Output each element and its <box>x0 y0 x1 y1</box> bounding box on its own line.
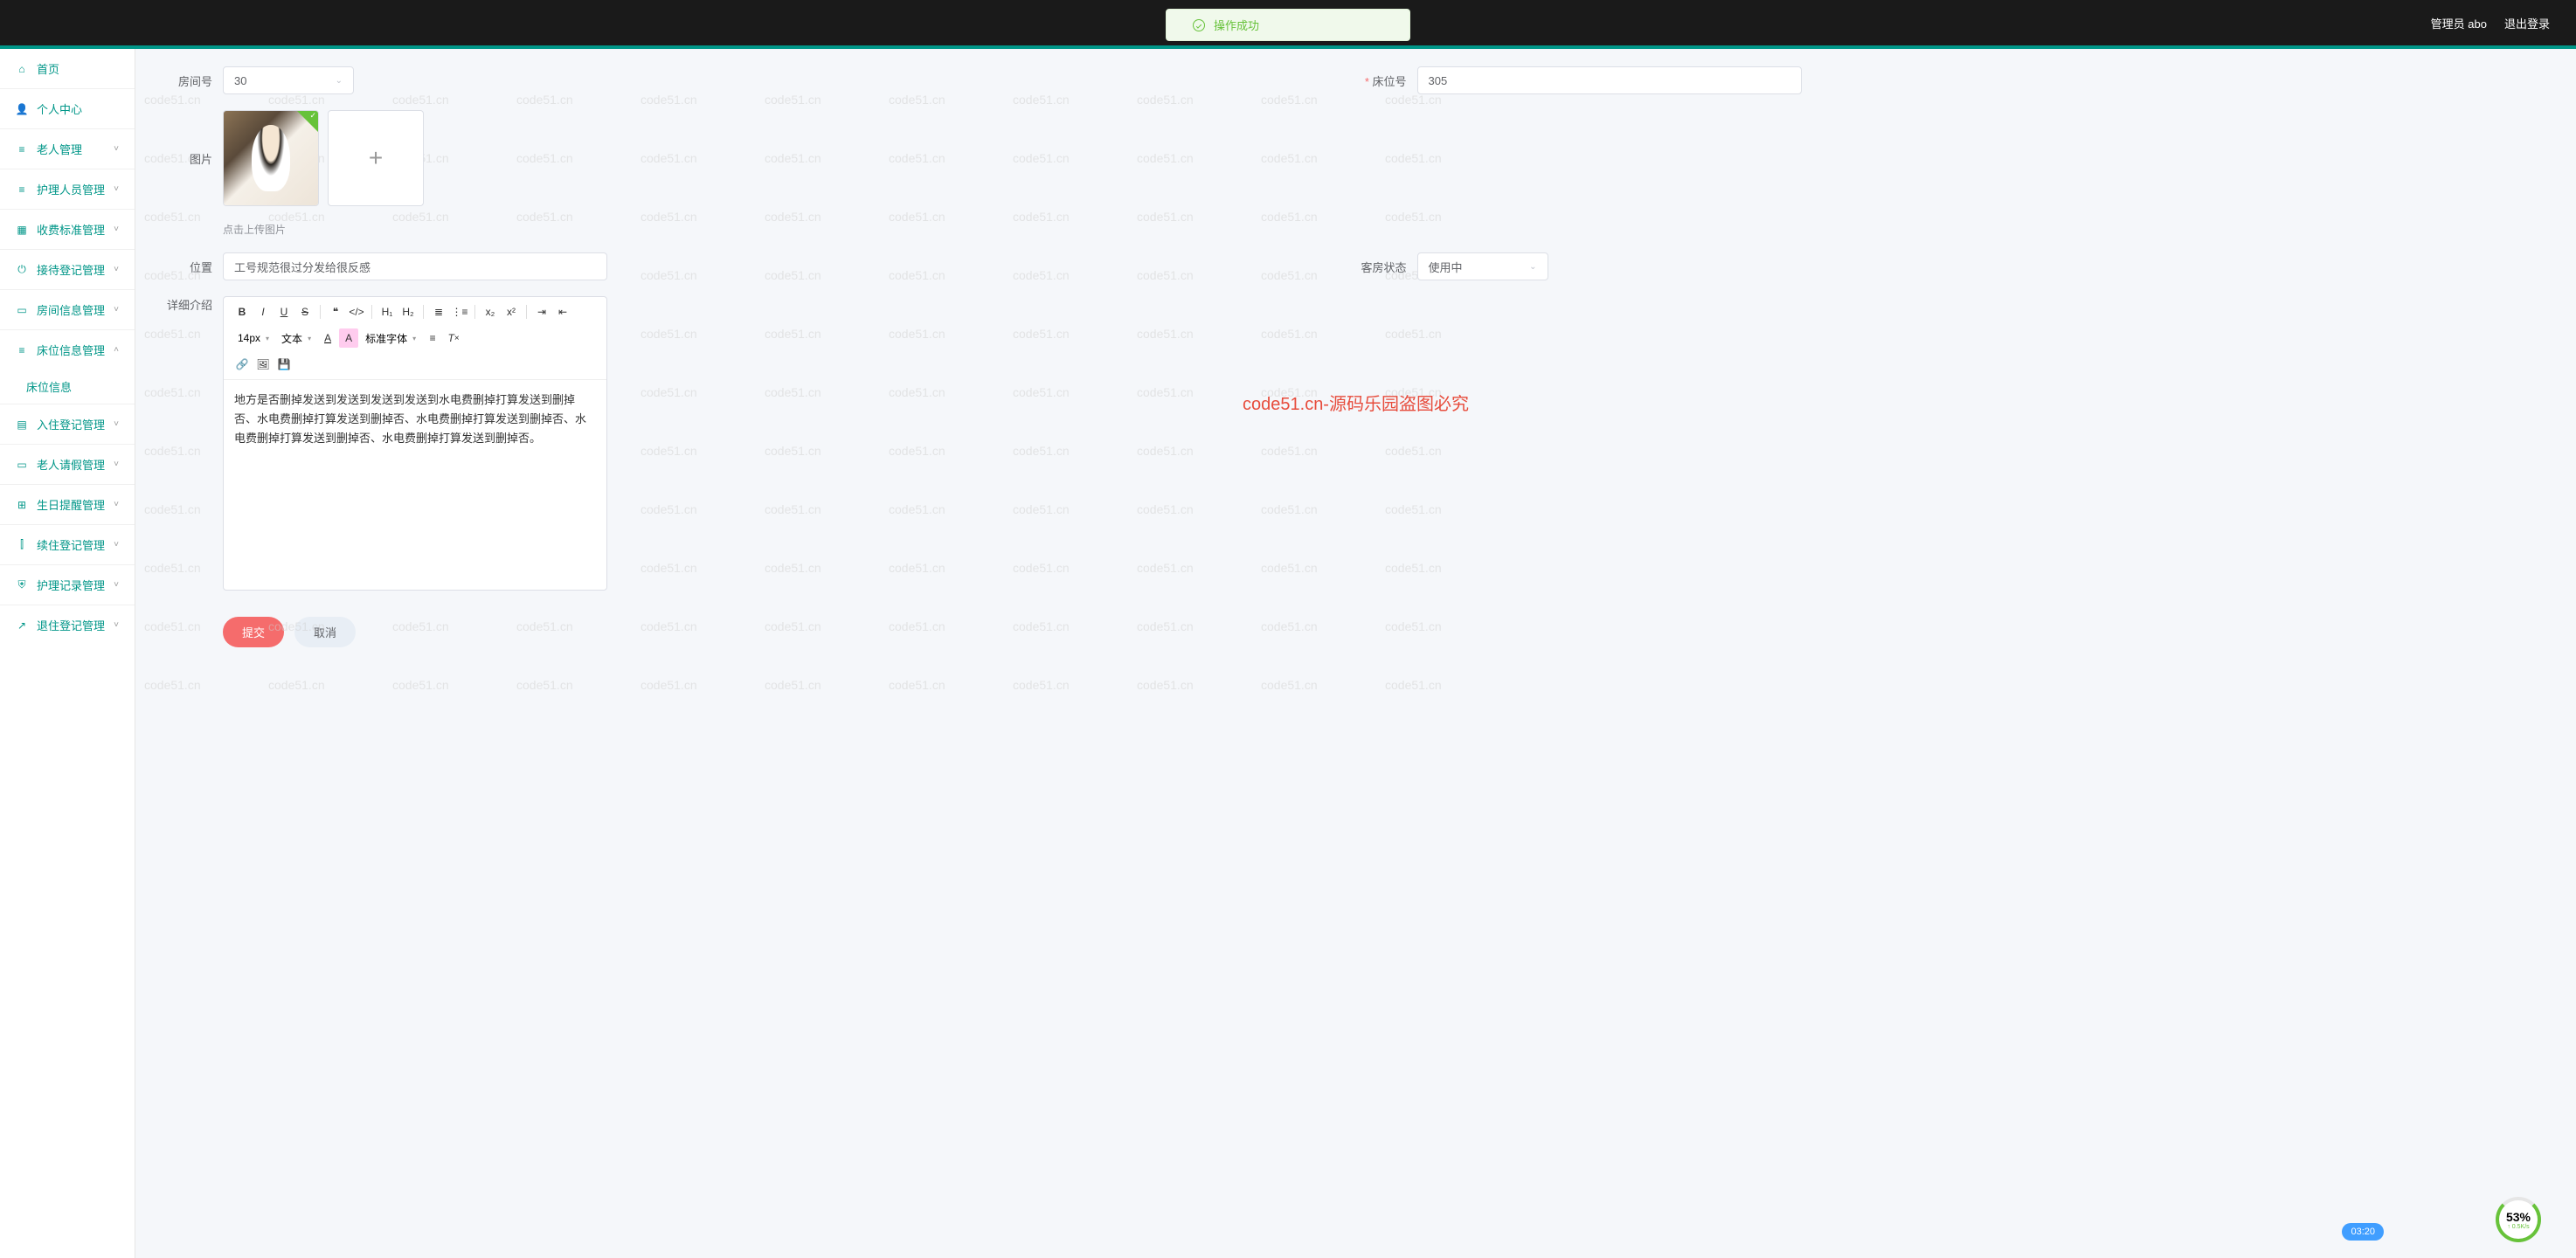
chevron-down-icon: ˅ <box>114 419 119 429</box>
unordered-list-icon[interactable]: ⋮≡ <box>450 302 469 321</box>
sidebar-item-7[interactable]: ≡床位信息管理˄ <box>0 329 135 370</box>
sidebar-item-5[interactable]: ⏻接待登记管理˅ <box>0 249 135 289</box>
chevron-down-icon: ˅ <box>114 265 119 274</box>
chevron-down-icon: ˅ <box>114 460 119 469</box>
italic-icon[interactable]: I <box>253 302 273 321</box>
rich-text-editor: B I U S ❝ </> H₁ H₂ ≣ ⋮≡ x₂ x² <box>223 296 607 591</box>
sidebar-item-8[interactable]: ▤入住登记管理˅ <box>0 404 135 444</box>
underline-icon[interactable]: U <box>274 302 294 321</box>
outdent-icon[interactable]: ⇤ <box>553 302 572 321</box>
home-icon: ⌂ <box>16 63 28 75</box>
indent-icon[interactable]: ⇥ <box>532 302 551 321</box>
bed-label: 床位号 <box>1356 73 1407 89</box>
chevron-down-icon: ˅ <box>114 144 119 154</box>
money-icon: ▦ <box>16 224 28 236</box>
submit-button[interactable]: 提交 <box>223 617 284 647</box>
admin-label: 管理员 abo <box>2431 15 2487 31</box>
upload-hint: 点击上传图片 <box>223 222 2550 237</box>
exit-icon: ↗ <box>16 619 28 632</box>
code-icon[interactable]: </> <box>347 302 366 321</box>
content-area: code51.cncode51.cncode51.cncode51.cncode… <box>135 49 2576 1258</box>
uploaded-image[interactable] <box>223 110 319 206</box>
image-upload-icon[interactable]: 🖼 <box>253 355 273 374</box>
chevron-down-icon: ⌄ <box>1529 262 1536 272</box>
plus-icon: + <box>369 144 383 172</box>
sidebar-subitem[interactable]: 床位信息 <box>0 370 135 404</box>
sidebar-item-4[interactable]: ▦收费标准管理˅ <box>0 209 135 249</box>
checkin-icon: ▤ <box>16 418 28 431</box>
bgcolor-icon[interactable]: A <box>339 328 358 348</box>
editor-content[interactable]: 地方是否删掉发送到发送到发送到发送到水电费删掉打算发送到删掉否、水电费删掉打算发… <box>224 380 606 590</box>
chevron-down-icon: ˅ <box>114 580 119 590</box>
upload-add-button[interactable]: + <box>328 110 424 206</box>
sidebar-item-12[interactable]: ⛨护理记录管理˅ <box>0 564 135 605</box>
top-bar: 操作成功 管理员 abo 退出登录 <box>0 0 2576 45</box>
chevron-down-icon: ˅ <box>114 225 119 234</box>
align-icon[interactable]: ≡ <box>423 328 442 348</box>
fontsize-select[interactable]: 14px▾ <box>232 330 274 346</box>
bed-input[interactable] <box>1417 66 1802 94</box>
subscript-icon[interactable]: x₂ <box>481 302 500 321</box>
chevron-down-icon: ˅ <box>114 500 119 509</box>
sidebar-item-2[interactable]: ≡老人管理˅ <box>0 128 135 169</box>
logout-link[interactable]: 退出登录 <box>2504 15 2550 31</box>
chevron-down-icon: ˅ <box>114 305 119 314</box>
sidebar: ⌂首页👤个人中心≡老人管理˅≡护理人员管理˅▦收费标准管理˅⏻接待登记管理˅▭房… <box>0 49 135 1258</box>
strike-icon[interactable]: S <box>295 302 315 321</box>
room-label: 房间号 <box>162 73 212 89</box>
textcolor-icon[interactable]: A <box>318 328 337 348</box>
status-label: 客房状态 <box>1356 259 1407 275</box>
list-icon: ≡ <box>16 143 28 156</box>
save-icon[interactable]: 💾 <box>274 355 294 374</box>
image-label: 图片 <box>162 150 212 167</box>
check-icon <box>1193 19 1205 31</box>
clear-icon[interactable]: T× <box>444 328 463 348</box>
chart-icon: ⫿ <box>16 539 28 551</box>
sidebar-item-1[interactable]: 👤个人中心 <box>0 88 135 128</box>
sidebar-item-0[interactable]: ⌂首页 <box>0 49 135 88</box>
sidebar-item-11[interactable]: ⫿续住登记管理˅ <box>0 524 135 564</box>
blocktype-select[interactable]: 文本▾ <box>276 329 316 348</box>
chevron-down-icon: ˅ <box>114 184 119 194</box>
editor-toolbar: B I U S ❝ </> H₁ H₂ ≣ ⋮≡ x₂ x² <box>224 297 606 380</box>
room-select[interactable]: 30 ⌄ <box>223 66 354 94</box>
timer-badge: 03:20 <box>2342 1223 2384 1241</box>
sidebar-item-9[interactable]: ▭老人请假管理˅ <box>0 444 135 484</box>
chevron-down-icon: ˅ <box>114 540 119 550</box>
list-icon: ≡ <box>16 344 28 356</box>
link-icon[interactable]: 🔗 <box>232 355 252 374</box>
grid-icon: ⊞ <box>16 499 28 511</box>
bold-icon[interactable]: B <box>232 302 252 321</box>
room-icon: ▭ <box>16 304 28 316</box>
status-select[interactable]: 使用中 ⌄ <box>1417 252 1548 280</box>
ordered-list-icon[interactable]: ≣ <box>429 302 448 321</box>
h1-icon[interactable]: H₁ <box>377 302 397 321</box>
superscript-icon[interactable]: x² <box>502 302 521 321</box>
detail-label: 详细介绍 <box>162 296 212 313</box>
chevron-down-icon: ˅ <box>114 620 119 630</box>
sidebar-item-13[interactable]: ↗退住登记管理˅ <box>0 605 135 645</box>
quote-icon[interactable]: ❝ <box>326 302 345 321</box>
position-input[interactable] <box>223 252 607 280</box>
power-icon: ⏻ <box>16 264 28 276</box>
sidebar-item-3[interactable]: ≡护理人员管理˅ <box>0 169 135 209</box>
h2-icon[interactable]: H₂ <box>398 302 418 321</box>
performance-widget: 53% ↑ 0.5K/s <box>2496 1197 2541 1242</box>
position-label: 位置 <box>162 259 212 275</box>
cancel-button[interactable]: 取消 <box>294 617 356 647</box>
chevron-up-icon: ˄ <box>114 345 119 355</box>
list-icon: ≡ <box>16 183 28 196</box>
fontfamily-select[interactable]: 标准字体▾ <box>360 329 421 348</box>
toast-message: 操作成功 <box>1214 17 1259 33</box>
leave-icon: ▭ <box>16 459 28 471</box>
sidebar-item-6[interactable]: ▭房间信息管理˅ <box>0 289 135 329</box>
user-icon: 👤 <box>16 103 28 115</box>
shield-icon: ⛨ <box>16 579 28 591</box>
success-toast: 操作成功 <box>1166 9 1410 41</box>
chevron-down-icon: ⌄ <box>336 76 343 86</box>
sidebar-item-10[interactable]: ⊞生日提醒管理˅ <box>0 484 135 524</box>
